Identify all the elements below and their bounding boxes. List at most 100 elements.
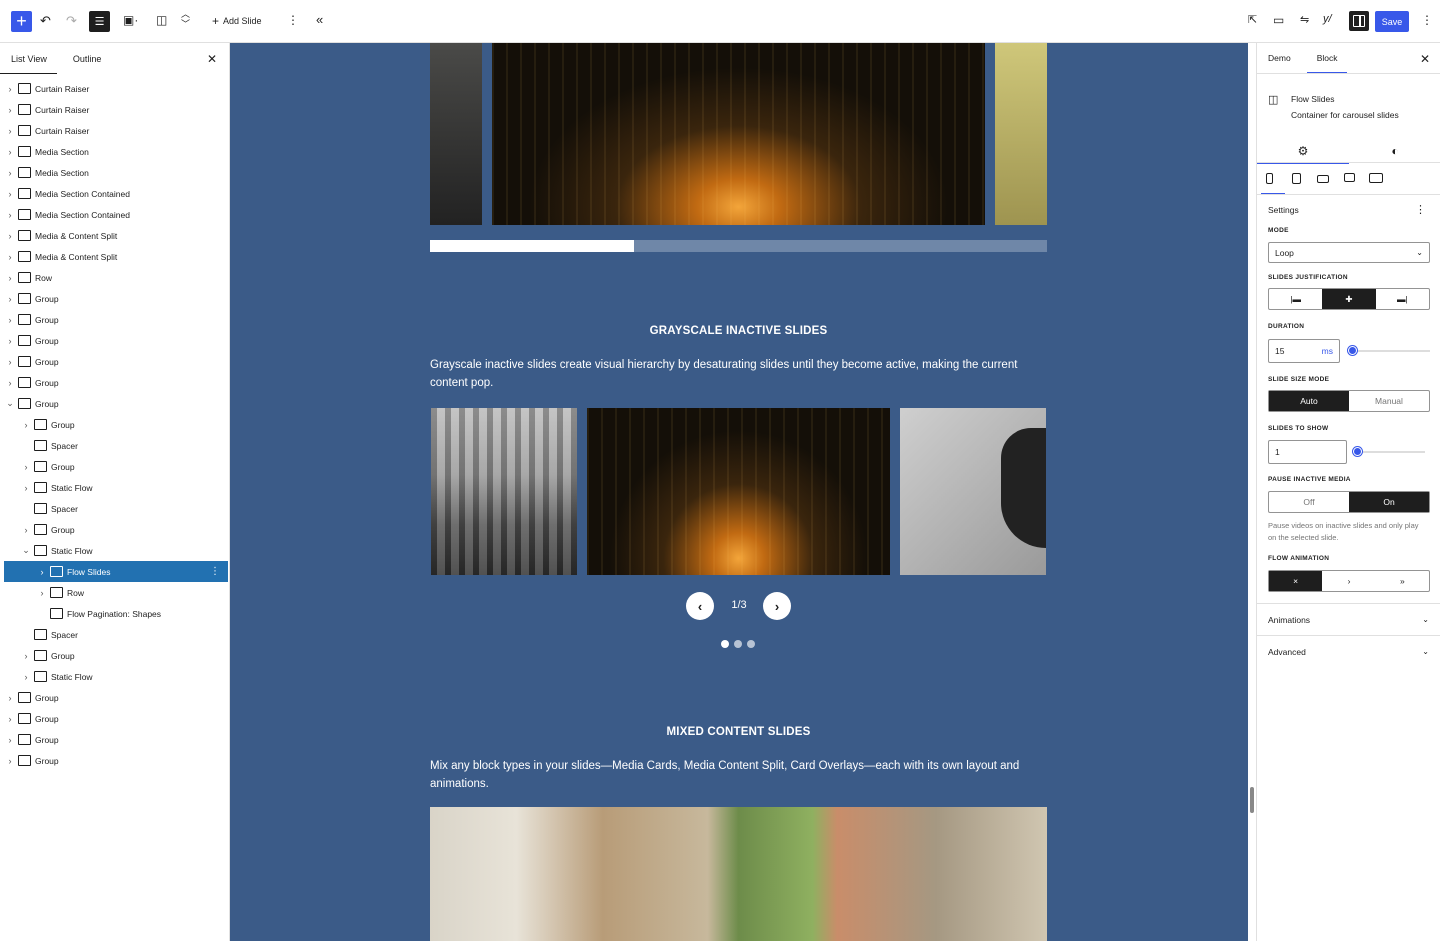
pause-off[interactable]: Off [1269, 492, 1349, 512]
pagination-dot-1[interactable] [721, 640, 729, 648]
duration-input[interactable]: 15 ms [1268, 339, 1340, 363]
list-item[interactable]: › Media Section Contained [5, 204, 229, 225]
grayscale-slide-1[interactable] [431, 408, 577, 575]
chevron-right-icon[interactable]: › [5, 189, 15, 199]
slide-size-auto[interactable]: Auto [1269, 391, 1349, 411]
list-item[interactable]: › Group [5, 309, 229, 330]
chevron-right-icon[interactable]: › [5, 378, 15, 388]
justify-center-icon[interactable]: ✚ [1322, 289, 1376, 309]
duration-unit[interactable]: ms [1322, 346, 1333, 356]
tab-styles[interactable]: ◐ [1349, 139, 1440, 163]
prev-slide-button[interactable]: ‹ [686, 592, 714, 620]
list-item[interactable]: › Curtain Raiser [5, 99, 229, 120]
list-item[interactable]: › Group [5, 687, 229, 708]
list-item[interactable]: › Group [21, 414, 245, 435]
tablet-portrait-icon[interactable] [1292, 173, 1301, 184]
canvas-scrollbar[interactable] [1250, 787, 1254, 813]
list-item[interactable]: › Static Flow [21, 477, 245, 498]
add-slide-button[interactable]: + Add Slide [212, 14, 262, 28]
chevron-right-icon[interactable]: › [5, 126, 15, 136]
grayscale-slide-3[interactable] [900, 408, 1046, 575]
list-item[interactable]: › Group [21, 456, 245, 477]
list-view-icon[interactable]: ☰ [89, 11, 110, 32]
list-item[interactable]: › Group [5, 330, 229, 351]
tab-demo[interactable]: Demo [1268, 53, 1291, 63]
list-item[interactable]: › Flow Slides ⋮ [4, 561, 228, 582]
chevron-right-icon[interactable]: › [21, 525, 31, 535]
slide-size-manual[interactable]: Manual [1349, 391, 1429, 411]
list-item[interactable]: › Group [5, 288, 229, 309]
chevron-right-icon[interactable]: › [5, 336, 15, 346]
chevron-right-icon[interactable]: › [5, 756, 15, 766]
slides-to-show-input[interactable]: 1 [1268, 440, 1347, 464]
close-icon[interactable]: ✕ [207, 52, 217, 66]
preview-icon[interactable]: ▭ [1273, 13, 1284, 27]
chevron-right-icon[interactable]: › [5, 252, 15, 262]
list-item[interactable]: › Group [21, 519, 245, 540]
list-item[interactable]: › Media Section [5, 141, 229, 162]
chevron-right-icon[interactable]: › [21, 651, 31, 661]
slide-image-prev[interactable] [430, 43, 482, 225]
list-item[interactable]: › Group [5, 372, 229, 393]
collapse-icon[interactable]: « [316, 12, 323, 27]
chevron-right-icon[interactable]: › [21, 483, 31, 493]
wide-desktop-icon[interactable] [1369, 173, 1383, 183]
slides-icon[interactable]: ◫ [156, 13, 167, 27]
chevron-right-icon[interactable]: › [5, 210, 15, 220]
chevron-right-icon[interactable]: › [5, 735, 15, 745]
move-icon[interactable]: ︿ ﹀ [181, 9, 190, 29]
undo-icon[interactable]: ↶ [40, 13, 51, 29]
editor-canvas[interactable]: GRAYSCALE INACTIVE SLIDES Grayscale inac… [230, 43, 1248, 941]
chevron-right-icon[interactable]: › [21, 672, 31, 682]
chevron-right-icon[interactable]: › [5, 147, 15, 157]
list-item[interactable]: › Curtain Raiser [5, 120, 229, 141]
redo-icon[interactable]: ↷ [66, 13, 77, 29]
sidebar-toggle-icon[interactable] [1349, 11, 1369, 31]
list-item[interactable]: ⌄ Static Flow [21, 540, 245, 561]
mobile-icon[interactable] [1261, 173, 1285, 194]
chevron-right-icon[interactable]: › [5, 105, 15, 115]
chevron-right-icon[interactable]: › [5, 168, 15, 178]
chevron-right-icon[interactable]: › [21, 462, 31, 472]
justify-end-icon[interactable]: ▬| [1376, 289, 1429, 309]
chevron-right-icon[interactable]: › [5, 357, 15, 367]
slides-slider-handle[interactable] [1353, 447, 1362, 456]
flow-anim-none-icon[interactable]: × [1269, 571, 1323, 591]
chevron-down-icon[interactable]: ⌄ [21, 545, 31, 556]
mixed-content-slide-image[interactable] [430, 807, 1047, 941]
tab-list-view[interactable]: List View [0, 54, 57, 74]
advanced-panel-toggle[interactable]: Advanced ⌄ [1257, 635, 1440, 667]
list-item[interactable]: › Group [5, 351, 229, 372]
chevron-right-icon[interactable]: › [5, 693, 15, 703]
list-item[interactable]: Spacer [21, 498, 245, 519]
chevron-right-icon[interactable]: › [5, 714, 15, 724]
save-button[interactable]: Save [1375, 11, 1409, 32]
list-item[interactable]: › Static Flow [21, 666, 245, 687]
animations-panel-toggle[interactable]: Animations ⌄ [1257, 603, 1440, 635]
tab-settings-gear[interactable]: ⚙ [1257, 139, 1349, 164]
chevron-down-icon[interactable]: ⌄ [5, 398, 15, 409]
chevron-right-icon[interactable]: › [5, 84, 15, 94]
desktop-icon[interactable] [1344, 173, 1355, 182]
list-item[interactable]: Spacer [21, 624, 245, 645]
block-inserter-button[interactable]: + [11, 11, 32, 32]
tab-block[interactable]: Block [1306, 53, 1348, 73]
list-item[interactable]: › Media Section Contained [5, 183, 229, 204]
pagination-dot-2[interactable] [734, 640, 742, 648]
settings-options-icon[interactable]: ⋮ [1415, 203, 1426, 216]
chevron-right-icon[interactable]: › [21, 420, 31, 430]
more-options-icon[interactable]: ⋮ [1421, 13, 1433, 27]
list-item[interactable]: › Group [5, 729, 229, 750]
flow-anim-double-icon[interactable]: » [1376, 571, 1429, 591]
list-item[interactable]: › Media & Content Split [5, 246, 229, 267]
close-sidebar-icon[interactable]: ✕ [1420, 52, 1430, 66]
list-item[interactable]: › Group [5, 708, 229, 729]
list-item[interactable]: Spacer [21, 435, 245, 456]
grayscale-slide-2[interactable] [587, 408, 890, 575]
tab-outline[interactable]: Outline [73, 54, 102, 64]
laptop-icon[interactable] [1317, 175, 1329, 183]
chevron-right-icon[interactable]: › [5, 294, 15, 304]
list-item[interactable]: › Group [5, 750, 229, 771]
duration-slider-handle[interactable] [1348, 346, 1357, 355]
list-item[interactable]: › Media & Content Split [5, 225, 229, 246]
